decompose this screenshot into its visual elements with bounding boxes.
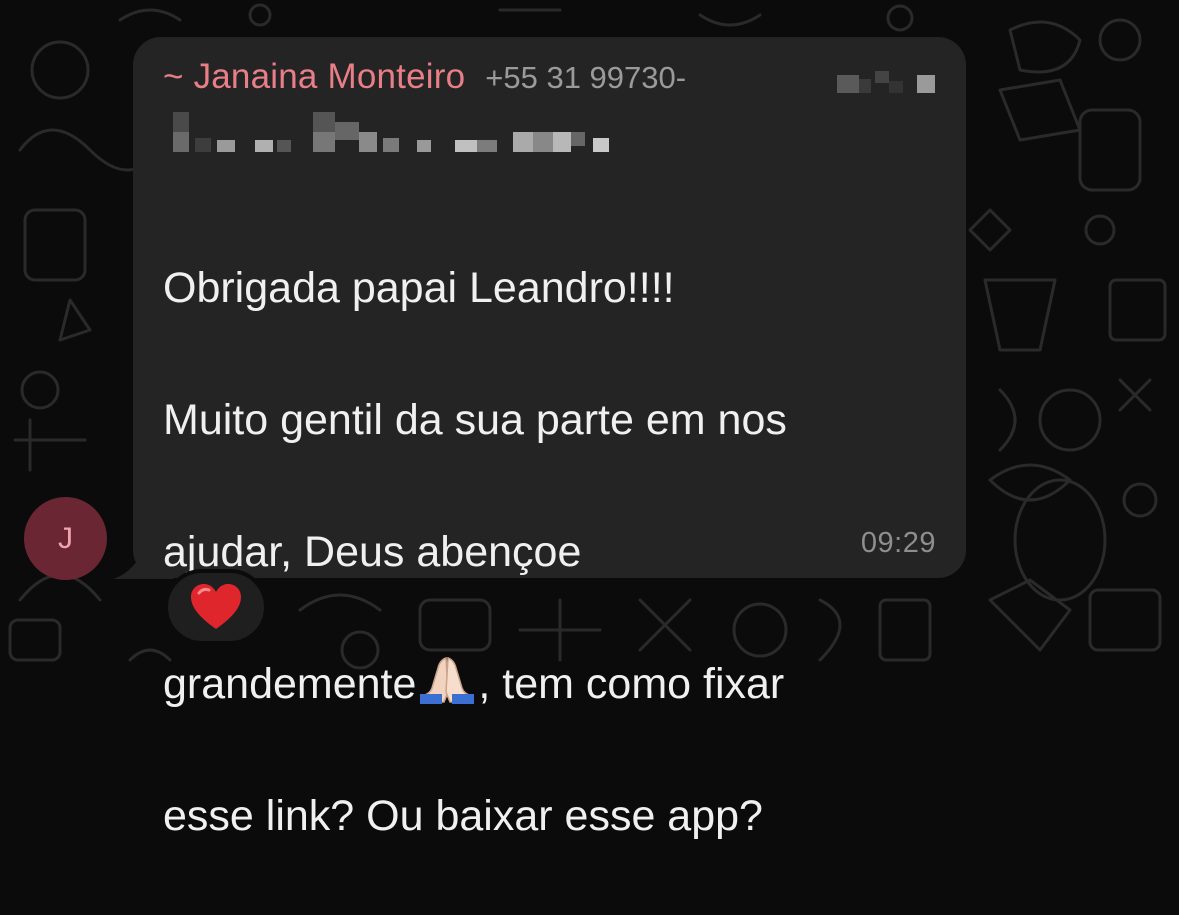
message-timestamp: 09:29 (860, 527, 936, 559)
avatar-initial: J (58, 521, 73, 555)
redacted-subtitle (173, 112, 609, 152)
message-line: Obrigada papai Leandro!!!! (163, 264, 675, 312)
message-bubble[interactable]: ~ Janaina Monteiro +55 31 99730- Obrigad… (133, 37, 966, 840)
red-heart-icon (191, 584, 241, 629)
sender-avatar[interactable]: J (24, 497, 107, 580)
sender-phone: +55 31 99730- (485, 60, 687, 95)
message-fragment: grandemente (163, 660, 417, 708)
reaction-badge[interactable] (164, 569, 268, 645)
message-line: Muito gentil da sua parte em nos (163, 396, 787, 444)
sender-name[interactable]: ~ Janaina Monteiro (163, 57, 465, 97)
sender-header: ~ Janaina Monteiro +55 31 99730- (163, 57, 686, 101)
phone-redaction (837, 71, 935, 93)
folded-hands-icon (420, 656, 475, 704)
message-line: grandemente , tem como fixar (163, 651, 943, 717)
message-line: esse link? Ou baixar esse app? (163, 792, 763, 840)
message-text: Obrigada papai Leandro!!!! Muito gentil … (163, 189, 943, 915)
message-line: ajudar, Deus abençoe (163, 528, 582, 576)
message-fragment: , tem como fixar (478, 660, 785, 708)
